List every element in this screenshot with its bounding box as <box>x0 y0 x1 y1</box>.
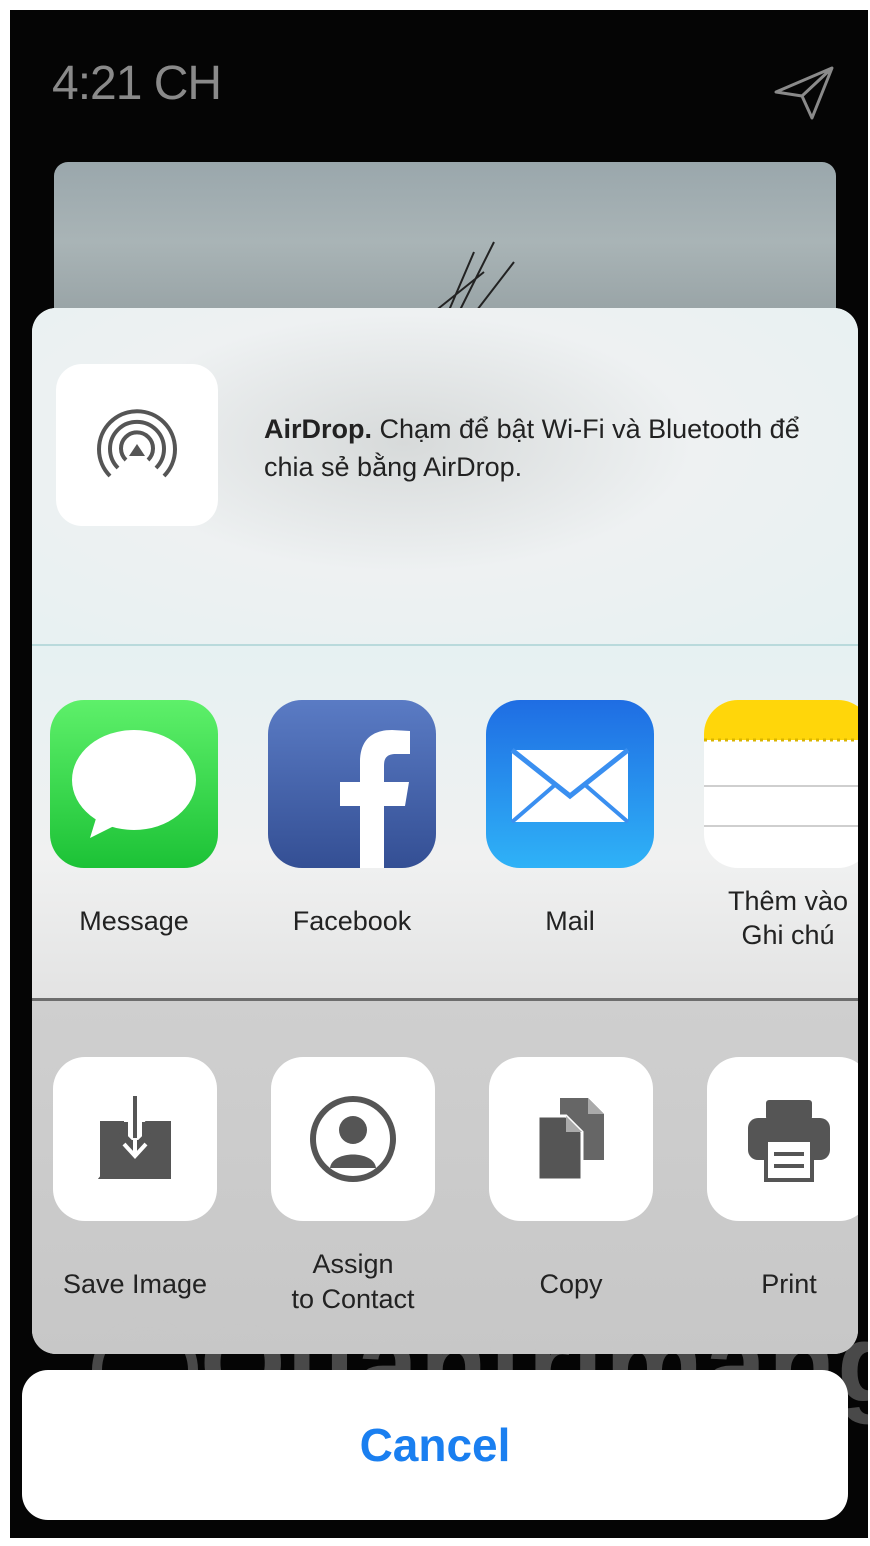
share-actions-row: Save Image Assign to Contact Copy Print <box>32 1001 858 1354</box>
contact-icon-container <box>271 1057 435 1221</box>
action-print[interactable]: Print <box>706 1057 858 1302</box>
cancel-button[interactable]: Cancel <box>22 1370 848 1520</box>
action-label: Print <box>761 1269 817 1299</box>
share-app-notes[interactable]: Thêm vào Ghi chú <box>704 700 858 952</box>
share-app-message[interactable]: Message <box>50 700 218 938</box>
action-label: Save Image <box>62 1269 208 1299</box>
notes-icon <box>704 700 858 868</box>
share-app-label: Message <box>79 906 189 936</box>
airdrop-icon-container <box>56 364 218 526</box>
airdrop-description: AirDrop. Chạm để bật Wi-Fi và Bluetooth … <box>264 410 824 486</box>
share-sheet: AirDrop. Chạm để bật Wi-Fi và Bluetooth … <box>32 308 858 1354</box>
action-label-line1: Assign <box>312 1249 394 1279</box>
airdrop-icon <box>97 409 177 478</box>
save-image-icon-container <box>53 1057 217 1221</box>
facebook-icon <box>268 700 436 868</box>
save-image-icon <box>97 1096 171 1179</box>
share-apps-row: Message Facebook Mail Thêm vào Ghi chú <box>32 646 858 998</box>
status-time: 4:21 CH <box>52 57 222 110</box>
paper-plane-icon[interactable] <box>772 62 836 122</box>
share-app-label: Facebook <box>292 906 412 936</box>
copy-icon <box>536 1098 604 1182</box>
mail-icon <box>486 700 654 868</box>
share-app-label: Thêm vào Ghi chú <box>704 884 858 952</box>
action-save-image[interactable]: Save Image <box>52 1057 218 1302</box>
share-app-label-line1: Thêm vào <box>727 886 849 916</box>
airdrop-section[interactable]: AirDrop. Chạm để bật Wi-Fi và Bluetooth … <box>32 308 858 646</box>
share-app-label-line2: Ghi chú <box>741 920 835 950</box>
phone-screen: 4:21 CH AirDrop. Chạm để bật Wi-Fi và Bl… <box>10 10 868 1538</box>
share-app-facebook[interactable]: Facebook <box>268 700 436 938</box>
airdrop-title: AirDrop. <box>264 414 372 444</box>
print-icon <box>748 1100 830 1182</box>
action-label: Assign to Contact <box>270 1247 436 1317</box>
copy-icon-container <box>489 1057 653 1221</box>
print-icon-container <box>707 1057 858 1221</box>
action-label-line2: to Contact <box>291 1284 415 1314</box>
share-app-mail[interactable]: Mail <box>486 700 654 938</box>
share-app-label: Mail <box>545 906 595 936</box>
action-copy[interactable]: Copy <box>488 1057 654 1302</box>
action-assign-to-contact[interactable]: Assign to Contact <box>270 1057 436 1317</box>
contact-icon <box>310 1096 396 1182</box>
message-icon <box>50 700 218 868</box>
action-label: Copy <box>539 1269 603 1299</box>
